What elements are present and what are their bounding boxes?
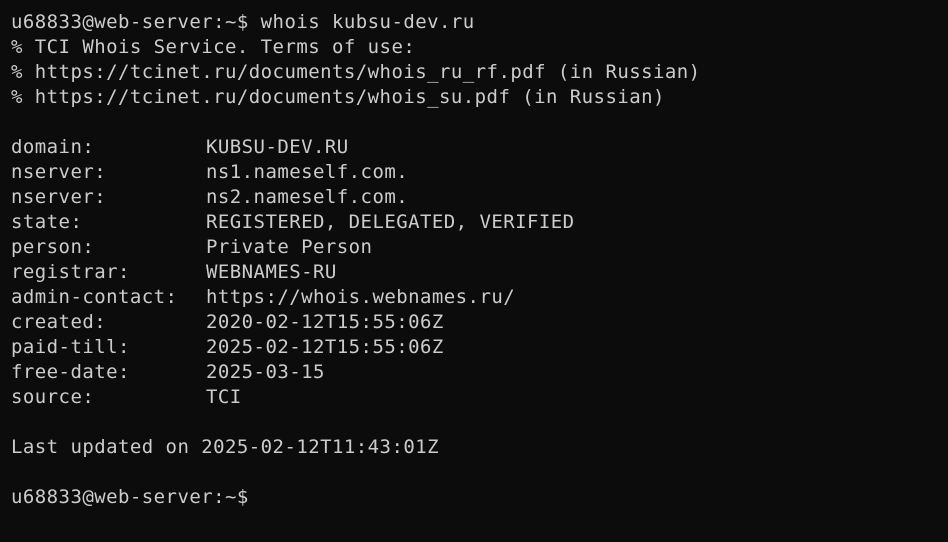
terminal-window[interactable]: u68833@web-server:~$ whois kubsu-dev.ru … bbox=[0, 0, 948, 542]
record-row: admin-contact: https://whois.webnames.ru/ bbox=[11, 285, 948, 310]
record-key: nserver: bbox=[11, 186, 107, 208]
final-prompt-line[interactable]: u68833@web-server:~$ bbox=[11, 485, 948, 510]
record-row: nserver: ns2.nameself.com. bbox=[11, 185, 948, 210]
record-key: source: bbox=[11, 386, 95, 408]
record-value: KUBSU-DEV.RU bbox=[206, 136, 349, 158]
prompt: u68833@web-server:~$ bbox=[11, 11, 249, 33]
record-key: registrar: bbox=[11, 261, 130, 283]
record-value: ns2.nameself.com. bbox=[206, 186, 409, 208]
record-value: 2025-02-12T15:55:06Z bbox=[206, 336, 444, 358]
last-updated-line: Last updated on 2025-02-12T11:43:01Z bbox=[11, 436, 440, 458]
command-line: u68833@web-server:~$ whois kubsu-dev.ru bbox=[11, 10, 948, 35]
record-key: paid-till: bbox=[11, 336, 130, 358]
record-row: free-date: 2025-03-15 bbox=[11, 360, 948, 385]
record-row: registrar: WEBNAMES-RU bbox=[11, 260, 948, 285]
header-line: % https://tcinet.ru/documents/whois_ru_r… bbox=[11, 61, 701, 83]
record-value: https://whois.webnames.ru/ bbox=[206, 286, 516, 308]
record-key: created: bbox=[11, 311, 107, 333]
record-key: state: bbox=[11, 211, 83, 233]
prompt: u68833@web-server:~$ bbox=[11, 486, 249, 508]
record-value: Private Person bbox=[206, 236, 373, 258]
record-key: domain: bbox=[11, 136, 95, 158]
record-row: person: Private Person bbox=[11, 235, 948, 260]
record-row: created: 2020-02-12T15:55:06Z bbox=[11, 310, 948, 335]
header-line: % https://tcinet.ru/documents/whois_su.p… bbox=[11, 86, 665, 108]
record-row: state: REGISTERED, DELEGATED, VERIFIED bbox=[11, 210, 948, 235]
record-value: TCI bbox=[206, 386, 242, 408]
record-value: 2025-03-15 bbox=[206, 361, 325, 383]
record-key: free-date: bbox=[11, 361, 130, 383]
record-value: REGISTERED, DELEGATED, VERIFIED bbox=[206, 211, 575, 233]
record-row: paid-till: 2025-02-12T15:55:06Z bbox=[11, 335, 948, 360]
record-row: source: TCI bbox=[11, 385, 948, 410]
record-key: nserver: bbox=[11, 161, 107, 183]
record-key: admin-contact: bbox=[11, 286, 178, 308]
header-line: % TCI Whois Service. Terms of use: bbox=[11, 36, 416, 58]
record-row: nserver: ns1.nameself.com. bbox=[11, 160, 948, 185]
record-value: WEBNAMES-RU bbox=[206, 261, 337, 283]
record-value: 2020-02-12T15:55:06Z bbox=[206, 311, 444, 333]
record-value: ns1.nameself.com. bbox=[206, 161, 409, 183]
command-text: whois kubsu-dev.ru bbox=[260, 11, 475, 33]
record-row: domain: KUBSU-DEV.RU bbox=[11, 135, 948, 160]
record-key: person: bbox=[11, 236, 95, 258]
